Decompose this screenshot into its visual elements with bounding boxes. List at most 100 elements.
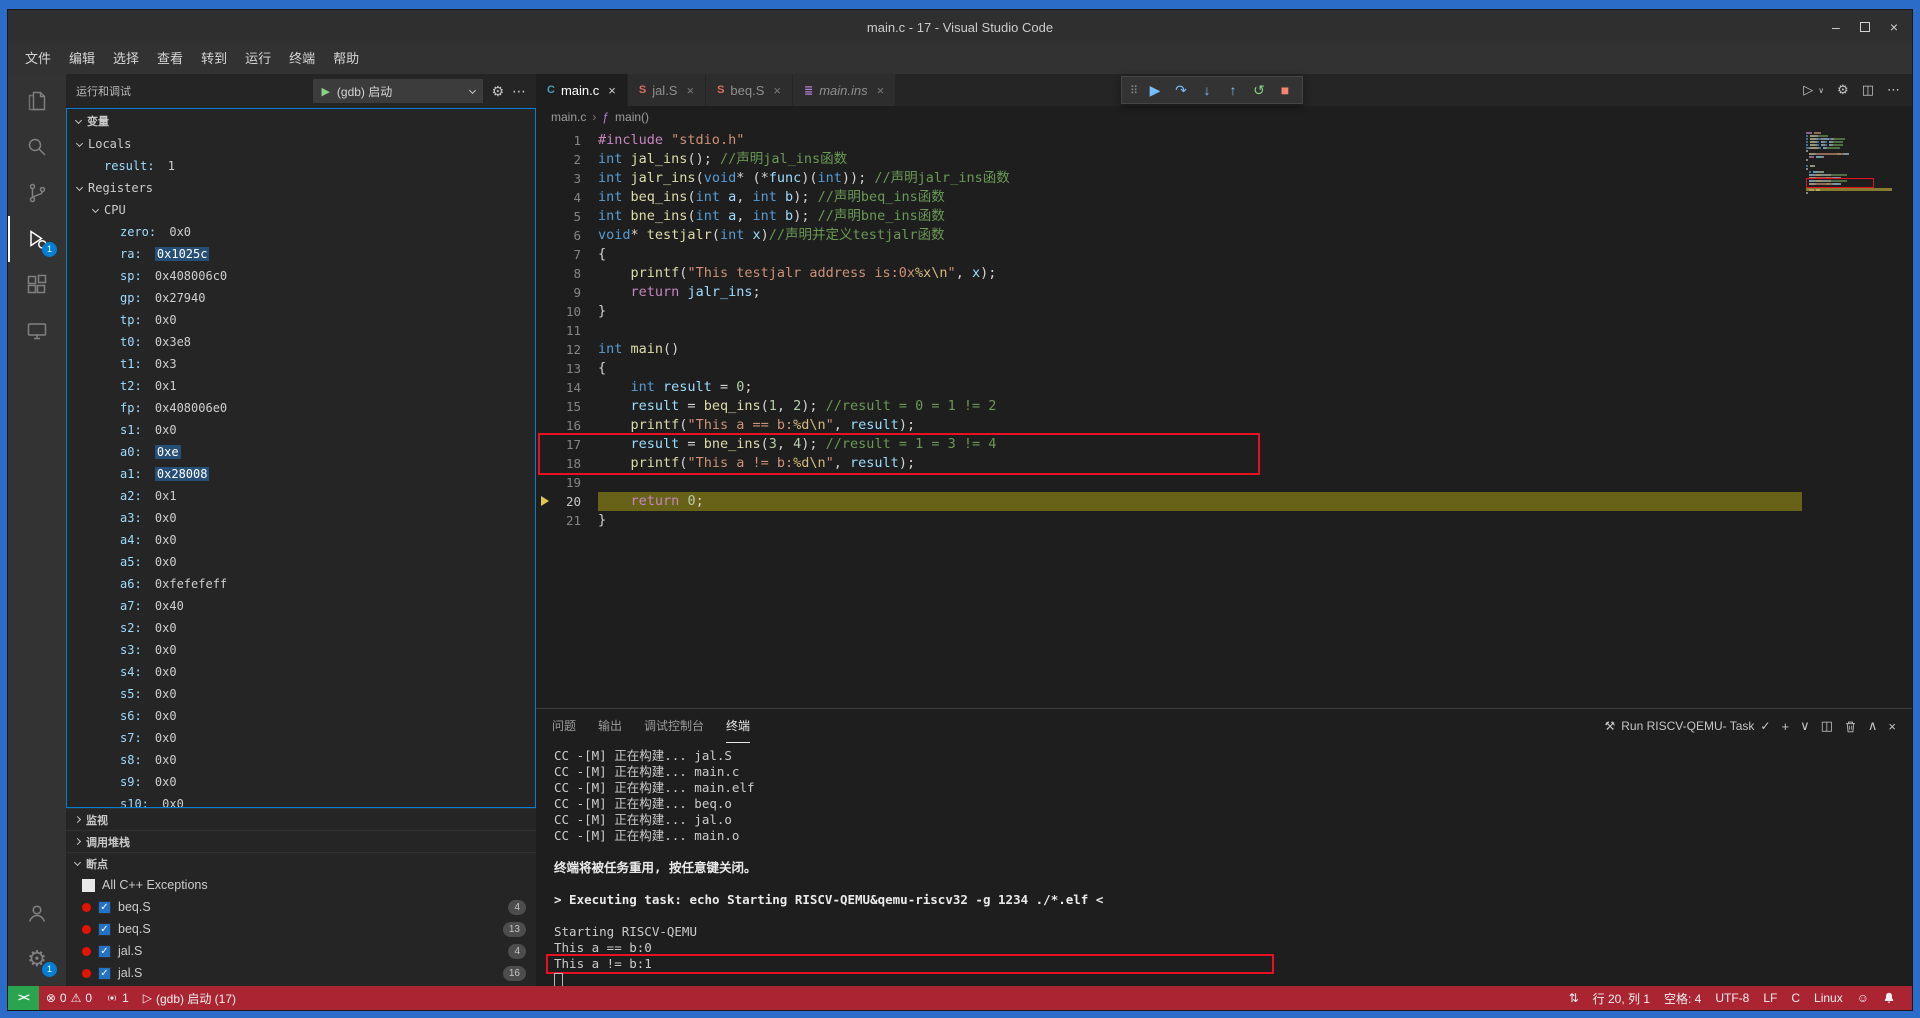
register-row[interactable]: a7: 0x40 [67,595,535,617]
sync-indicator[interactable]: ⇅ [1562,986,1586,1010]
code-line[interactable]: 1#include "stdio.h" [536,131,1802,150]
line-number[interactable]: 19 [536,473,598,492]
eol-indicator[interactable]: LF [1756,986,1784,1010]
register-row[interactable]: a4: 0x0 [67,529,535,551]
register-row[interactable]: a1: 0x28008 [67,463,535,485]
maximize-button[interactable] [1860,22,1870,32]
register-row[interactable]: s3: 0x0 [67,639,535,661]
register-row[interactable]: a0: 0xe [67,441,535,463]
close-icon[interactable]: × [877,83,885,98]
menu-item[interactable]: 选择 [104,44,148,74]
source-control-icon[interactable] [8,170,66,216]
tab-jal-S[interactable]: Sjal.S× [628,74,706,106]
more-actions-icon[interactable]: ⋯ [512,83,526,100]
register-row[interactable]: s4: 0x0 [67,661,535,683]
breakpoint-row[interactable]: ✓jal.S16 [66,962,536,984]
launch-config-select[interactable]: ▶ (gdb) 启动 [313,79,483,103]
run-file-button[interactable]: ▷ [1803,82,1813,98]
continue-button[interactable]: ▶ [1143,82,1167,99]
register-row[interactable]: s10: 0x0 [67,793,535,807]
os-indicator[interactable]: Linux [1807,986,1850,1010]
breakpoint-checkbox[interactable]: ✓ [98,923,111,936]
code-line[interactable]: 9 return jalr_ins; [536,283,1802,302]
window-titlebar[interactable]: main.c - 17 - Visual Studio Code – × [8,10,1912,44]
register-row[interactable]: a6: 0xfefefeff [67,573,535,595]
line-number[interactable]: 3 [536,169,598,188]
line-number[interactable]: 7 [536,245,598,264]
code-line[interactable]: 18 printf("This a != b:%d\n", result); [536,454,1802,473]
menu-item[interactable]: 运行 [236,44,280,74]
line-number[interactable]: 13 [536,359,598,378]
breakpoint-row[interactable]: ✓beq.S4 [66,896,536,918]
breakpoint-checkbox[interactable]: ✓ [98,967,111,980]
drag-grip-icon[interactable]: ⠿ [1127,84,1141,97]
code-line[interactable]: 10} [536,302,1802,321]
scope-locals[interactable]: Locals [67,133,535,155]
code-line[interactable]: 21} [536,511,1802,530]
code-line[interactable]: 8 printf("This testjalr address is:0x%x\… [536,264,1802,283]
code-line[interactable]: 17 result = bne_ins(3, 4); //result = 1 … [536,435,1802,454]
close-icon[interactable]: × [773,83,781,98]
breakpoint-row[interactable]: ✓beq.S13 [66,918,536,940]
line-number[interactable]: 5 [536,207,598,226]
code-line[interactable]: 16 printf("This a == b:%d\n", result); [536,416,1802,435]
line-number[interactable]: 8 [536,264,598,283]
code-line[interactable]: 2int jal_ins(); //声明jal_ins函数 [536,150,1802,169]
language-mode-indicator[interactable]: C [1784,986,1807,1010]
code-line[interactable]: 7{ [536,245,1802,264]
register-row[interactable]: s7: 0x0 [67,727,535,749]
register-row[interactable]: sp: 0x408006c0 [67,265,535,287]
close-icon[interactable]: × [608,83,616,98]
encoding-indicator[interactable]: UTF-8 [1708,986,1756,1010]
maximize-panel-icon[interactable]: ∧ [1868,718,1878,734]
gear-icon[interactable]: ⚙ [1837,82,1849,98]
line-number[interactable]: 12 [536,340,598,359]
register-row[interactable]: s9: 0x0 [67,771,535,793]
code-line[interactable]: 3int jalr_ins(void* (*func)(int)); //声明j… [536,169,1802,188]
terminal-task-item[interactable]: ⚒ Run RISCV-QEMU- Task ✓ [1605,719,1771,733]
callstack-section-header[interactable]: 调用堆栈 [66,830,536,852]
code-line[interactable]: 15 result = beq_ins(1, 2); //result = 0 … [536,397,1802,416]
line-number[interactable]: 1 [536,131,598,150]
menu-item[interactable]: 文件 [16,44,60,74]
code-line[interactable]: 4int beq_ins(int a, int b); //声明beq_ins函… [536,188,1802,207]
close-icon[interactable]: × [686,83,694,98]
register-row[interactable]: s5: 0x0 [67,683,535,705]
code-line[interactable]: 19 [536,473,1802,492]
breadcrumb[interactable]: main.c › ƒ main() [536,106,1912,128]
split-editor-icon[interactable]: ◫ [1862,82,1874,98]
variable-row[interactable]: result: 1 [67,155,535,177]
breadcrumb-symbol[interactable]: main() [615,110,649,124]
restart-button[interactable]: ↺ [1247,82,1271,99]
step-over-button[interactable]: ↷ [1169,82,1193,99]
account-icon[interactable] [8,890,66,936]
kill-terminal-icon[interactable] [1844,720,1857,733]
line-number[interactable]: 9 [536,283,598,302]
new-terminal-button[interactable]: + [1781,719,1789,734]
code-line[interactable]: 11 [536,321,1802,340]
code-line[interactable]: 12int main() [536,340,1802,359]
stop-button[interactable]: ■ [1273,82,1297,98]
ports-indicator[interactable]: 1 [99,986,136,1010]
variables-section-header[interactable]: 变量 [67,109,535,133]
panel-tab-终端[interactable]: 终端 [726,709,750,743]
remote-indicator[interactable]: >< [8,986,39,1010]
line-number[interactable]: 14 [536,378,598,397]
line-number[interactable]: 16 [536,416,598,435]
feedback-icon[interactable]: ☺ [1850,986,1876,1010]
indentation-indicator[interactable]: 空格: 4 [1657,986,1708,1010]
tab-main-ins[interactable]: ≣main.ins× [793,74,896,106]
code-editor[interactable]: 1#include "stdio.h"2int jal_ins(); //声明j… [536,128,1912,708]
breakpoint-row[interactable]: All C++ Exceptions [66,874,536,896]
line-number[interactable]: 10 [536,302,598,321]
breakpoints-section-header[interactable]: 断点 [66,852,536,874]
code-line[interactable]: 20 return 0; [536,492,1802,511]
register-group-cpu[interactable]: CPU [67,199,535,221]
cursor-position[interactable]: 行 20, 列 1 [1586,986,1657,1010]
tab-main-c[interactable]: Cmain.c× [536,74,628,106]
register-row[interactable]: a2: 0x1 [67,485,535,507]
menu-item[interactable]: 查看 [148,44,192,74]
breakpoint-row[interactable]: ✓jal.S4 [66,940,536,962]
gear-icon[interactable]: ⚙ [491,83,504,100]
step-out-button[interactable]: ↑ [1221,82,1245,98]
